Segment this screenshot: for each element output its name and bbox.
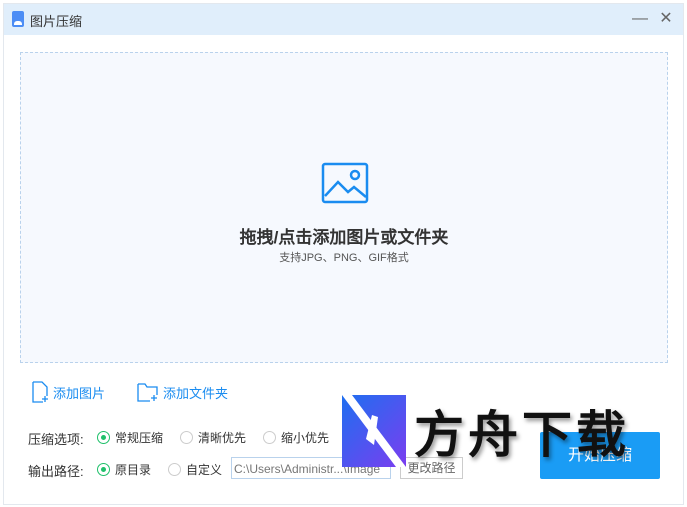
drop-zone[interactable]: 拖拽/点击添加图片或文件夹 支持JPG、PNG、GIF格式 <box>20 52 668 363</box>
add-folder-icon <box>137 383 158 402</box>
window-title: 图片压缩 <box>30 14 83 29</box>
radio-original-dir[interactable]: 原目录 <box>97 461 151 478</box>
close-icon[interactable]: ✕ <box>656 9 676 29</box>
radio-dot <box>263 431 276 444</box>
title-bar: 图片压缩 — ✕ <box>4 4 683 35</box>
radio-label: 原目录 <box>115 463 152 477</box>
radio-dot <box>180 431 193 444</box>
radio-smaller[interactable]: 缩小优先 <box>263 429 329 446</box>
drop-subtitle: 支持JPG、PNG、GIF格式 <box>279 252 409 264</box>
add-image-label: 添加图片 <box>53 385 106 401</box>
add-folder-button[interactable]: 添加文件夹 <box>137 381 228 403</box>
radio-label: 清晰优先 <box>198 431 247 445</box>
radio-custom[interactable]: 自定义 <box>168 461 222 478</box>
add-folder-label: 添加文件夹 <box>163 385 229 401</box>
radio-clarity[interactable]: 清晰优先 <box>180 429 246 446</box>
watermark-text: 方舟下载 <box>414 407 630 463</box>
radio-normal[interactable]: 常规压缩 <box>97 429 163 446</box>
radio-label: 自定义 <box>186 463 223 477</box>
compress-options-label: 压缩选项: <box>28 432 84 447</box>
watermark-logo: 方舟下载 <box>342 395 630 467</box>
minimize-icon[interactable]: — <box>630 9 650 29</box>
output-path-label: 输出路径: <box>28 464 84 479</box>
add-image-button[interactable]: 添加图片 <box>31 381 105 403</box>
drop-title: 拖拽/点击添加图片或文件夹 <box>239 228 449 247</box>
radio-label: 常规压缩 <box>115 431 164 445</box>
watermark-icon <box>342 395 406 467</box>
radio-dot <box>97 431 110 444</box>
radio-label: 缩小优先 <box>281 431 330 445</box>
radio-dot <box>168 463 181 476</box>
radio-dot <box>97 463 110 476</box>
add-file-icon <box>32 381 48 403</box>
image-icon <box>321 162 369 204</box>
app-icon <box>12 11 24 27</box>
